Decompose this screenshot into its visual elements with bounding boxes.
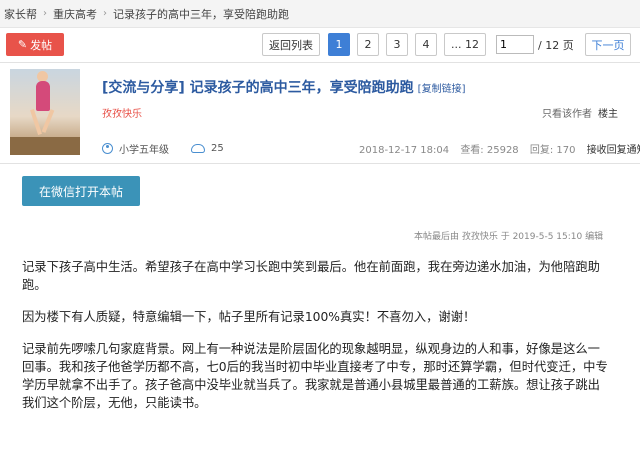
user-icon — [102, 143, 113, 154]
breadcrumb-current: 记录孩子的高中三年，享受陪跑助跑 — [113, 7, 289, 21]
page-3-button[interactable]: 3 — [386, 33, 408, 56]
breadcrumb: 家长帮 › 重庆高考 › 记录孩子的高中三年，享受陪跑助跑 — [0, 0, 640, 28]
author-grade: 小学五年级 — [119, 145, 169, 156]
edited-note: 本帖最后由 孜孜快乐 于 2019-5-5 15:10 编辑 — [414, 232, 604, 242]
page-4-button[interactable]: 4 — [415, 33, 437, 56]
post-paragraph: 记录下孩子高中生活。希望孩子在高中学习长跑中笑到最后。他在前面跑，我在旁边递水加… — [22, 260, 600, 292]
thread-header: [交流与分享] 记录孩子的高中三年，享受陪跑助跑 [复制链接] 孜孜快乐 只看该作… — [0, 62, 640, 164]
open-in-wechat-button[interactable]: 在微信打开本帖 — [22, 176, 140, 206]
post-paragraph: 记录前先啰嗦几句家庭背景。网上有一种说法是阶层固化的现象越明显，纵观身边的人和事… — [22, 342, 608, 410]
page-2-button[interactable]: 2 — [357, 33, 379, 56]
thread-stats: 2018-12-17 18:04 查看: 25928 回复: 170 接收回复通… — [359, 141, 640, 156]
hat-icon — [191, 144, 205, 153]
pen-icon: ✎ — [17, 38, 28, 51]
avatar[interactable] — [10, 69, 80, 155]
breadcrumb-forum[interactable]: 重庆高考 — [53, 6, 97, 22]
reply-count: 回复: 170 — [529, 145, 576, 156]
total-pages: / 12 页 — [538, 38, 574, 52]
chevron-right-icon: › — [103, 8, 107, 19]
post-button[interactable]: ✎ 发帖 — [6, 33, 64, 56]
toolbar: ✎ 发帖 返回列表 1 2 3 4 ... 12 / 12 页 下一页 — [0, 28, 640, 62]
post-paragraph: 因为楼下有人质疑，特意编辑一下，帖子里所有记录100%真实！不喜勿入，谢谢！ — [22, 310, 476, 324]
reply-notify-link[interactable]: 接收回复通知 — [587, 145, 640, 156]
author-meta: 小学五年级 25 — [102, 141, 224, 156]
author-credits: 25 — [211, 143, 224, 154]
floor-label: 楼主 — [598, 109, 618, 120]
post-date: 2018-12-17 18:04 — [359, 145, 450, 156]
copy-link[interactable]: [复制链接] — [418, 84, 466, 95]
chevron-right-icon: › — [43, 8, 47, 19]
thread-title-text: [交流与分享] 记录孩子的高中三年，享受陪跑助跑 — [102, 80, 414, 96]
view-count: 查看: 25928 — [460, 145, 519, 156]
page-jump-input[interactable] — [496, 35, 534, 54]
breadcrumb-home[interactable]: 家长帮 — [4, 6, 37, 22]
back-to-list-button[interactable]: 返回列表 — [262, 33, 320, 56]
page-jump: / 12 页 — [496, 33, 576, 56]
thread-title: [交流与分享] 记录孩子的高中三年，享受陪跑助跑 [复制链接] — [102, 77, 465, 97]
last-page-button[interactable]: ... 12 — [444, 33, 486, 56]
author-tools: 只看该作者 楼主 — [542, 105, 618, 120]
post-button-label: 发帖 — [30, 38, 53, 52]
post-content: 记录下孩子高中生活。希望孩子在高中学习长跑中笑到最后。他在前面跑，我在旁边递水加… — [22, 258, 612, 426]
author-name[interactable]: 孜孜快乐 — [102, 105, 142, 120]
only-author-link[interactable]: 只看该作者 — [542, 109, 592, 120]
next-page-button[interactable]: 下一页 — [585, 33, 631, 56]
page-1-button[interactable]: 1 — [328, 33, 350, 56]
